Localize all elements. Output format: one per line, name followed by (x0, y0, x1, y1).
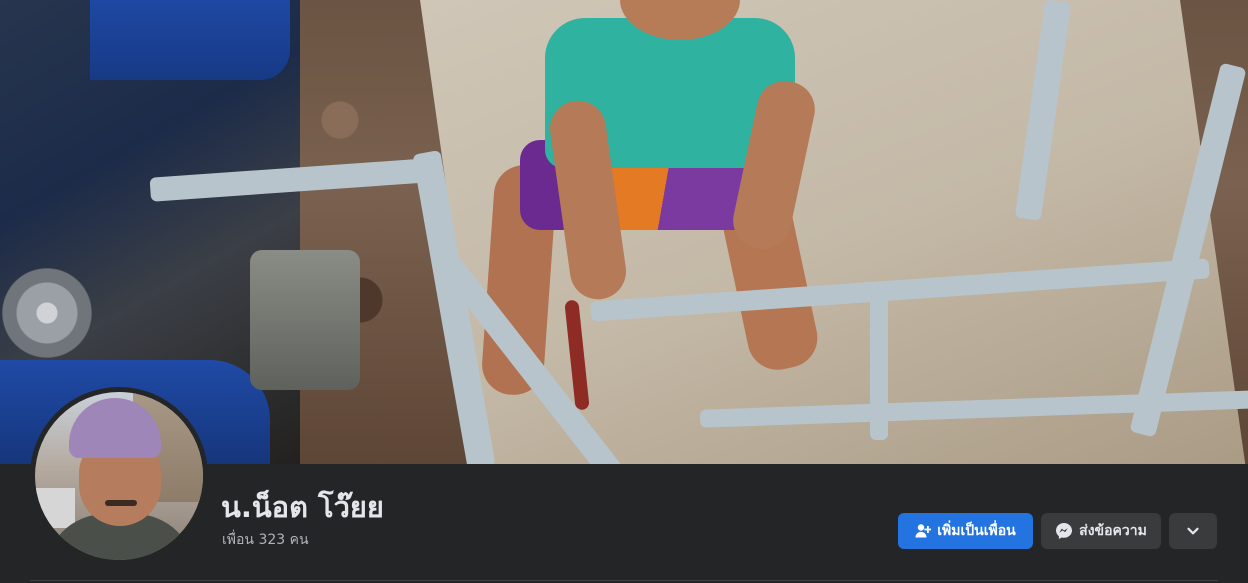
more-options-button[interactable] (1169, 513, 1217, 549)
message-button[interactable]: ส่งข้อความ (1041, 513, 1161, 549)
cover-pulley (2, 268, 92, 358)
add-friend-icon (915, 523, 932, 539)
friends-count[interactable]: เพื่อน 323 คน (222, 530, 309, 550)
profile-name: น.น็อต โว๊ยย (221, 490, 384, 524)
avatar-background-car (35, 488, 75, 528)
add-friend-button[interactable]: เพิ่มเป็นเพื่อน (898, 513, 1033, 549)
avatar-mustache (105, 500, 137, 506)
avatar-photo (35, 392, 203, 560)
cover-engine (250, 250, 360, 390)
add-friend-label: เพิ่มเป็นเพื่อน (937, 523, 1016, 539)
chevron-down-icon (1186, 524, 1200, 538)
messenger-icon (1055, 522, 1073, 540)
profile-avatar[interactable] (30, 387, 208, 565)
header-divider (30, 580, 1218, 581)
cover-tractor-hood (90, 0, 290, 80)
message-label: ส่งข้อความ (1079, 523, 1147, 539)
